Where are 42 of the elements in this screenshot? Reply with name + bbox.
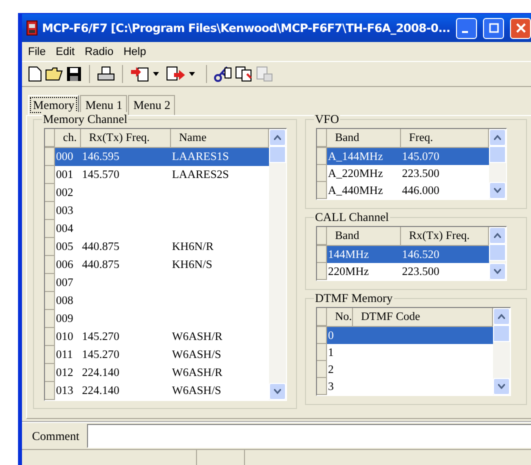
table-row[interactable]: 013 224.140 W6ASH/S <box>55 382 269 400</box>
menu-item[interactable]: Edit <box>52 46 81 58</box>
column-header[interactable]: ch. <box>55 129 81 147</box>
table-row[interactable]: 009 <box>55 310 269 328</box>
data-grid[interactable]: Band Freq. A_144MHz 145.070 A_220MHz 223.500 A_440MHz 446.000 <box>316 128 507 200</box>
tab[interactable]: Menu 2 <box>128 95 176 115</box>
table-row[interactable]: 3 <box>327 378 493 395</box>
table-row[interactable]: 001 145.570 LAARES2S <box>55 166 269 184</box>
table-row[interactable]: 007 <box>55 274 269 292</box>
group-title: DTMF Memory <box>314 291 394 305</box>
group-title: Memory Channel <box>42 112 128 126</box>
menu-item[interactable]: Help <box>119 46 152 58</box>
table-row[interactable]: 008 <box>55 292 269 310</box>
table-row[interactable]: 012 224.140 W6ASH/R <box>55 364 269 382</box>
window-title: MCP-F6/F7 [C:\Program Files\Kenwood\MCP-F6F7\TH-F6A_2008-0... <box>42 21 450 35</box>
table-row[interactable]: 010 145.270 W6ASH/R <box>55 328 269 346</box>
table-row[interactable]: 2 <box>327 361 493 378</box>
table-row[interactable]: A_440MHz 446.000 <box>327 182 489 199</box>
table-row[interactable]: 0 <box>327 327 493 344</box>
column-header[interactable]: No. <box>327 308 353 326</box>
group-title: VFO <box>314 112 340 126</box>
menu-item[interactable]: File <box>24 46 52 58</box>
group-title: CALL Channel <box>314 210 390 224</box>
data-grid[interactable]: Band Rx(Tx) Freq. 144MHz 146.520 220MHz 223.500 <box>316 226 507 281</box>
menu-item[interactable]: Radio <box>80 46 120 58</box>
table-row[interactable]: A_144MHz 145.070 <box>327 148 489 165</box>
comment-label: Comment <box>32 428 80 444</box>
table-row[interactable]: 1 <box>327 344 493 361</box>
table-row[interactable]: 002 <box>55 184 269 202</box>
table-row[interactable]: 005 440.875 KH6N/R <box>55 238 269 256</box>
table-row[interactable]: A_220MHz 223.500 <box>327 165 489 182</box>
column-header[interactable]: Band <box>327 129 401 147</box>
column-header[interactable]: Band <box>327 227 401 245</box>
table-row[interactable]: 144MHz 146.520 <box>327 246 489 263</box>
table-row[interactable]: 006 440.875 KH6N/S <box>55 256 269 274</box>
column-header[interactable]: Rx(Tx) Freq. <box>81 129 171 147</box>
table-row[interactable]: 011 145.270 W6ASH/S <box>55 346 269 364</box>
table-row[interactable]: 003 <box>55 202 269 220</box>
table-row[interactable]: 000 146.595 LAARES1S <box>55 148 269 166</box>
table-row[interactable]: 220MHz 223.500 <box>327 263 489 280</box>
table-row[interactable]: 004 <box>55 220 269 238</box>
data-grid[interactable]: No. DTMF Code 0 1 2 3 <box>316 307 511 396</box>
